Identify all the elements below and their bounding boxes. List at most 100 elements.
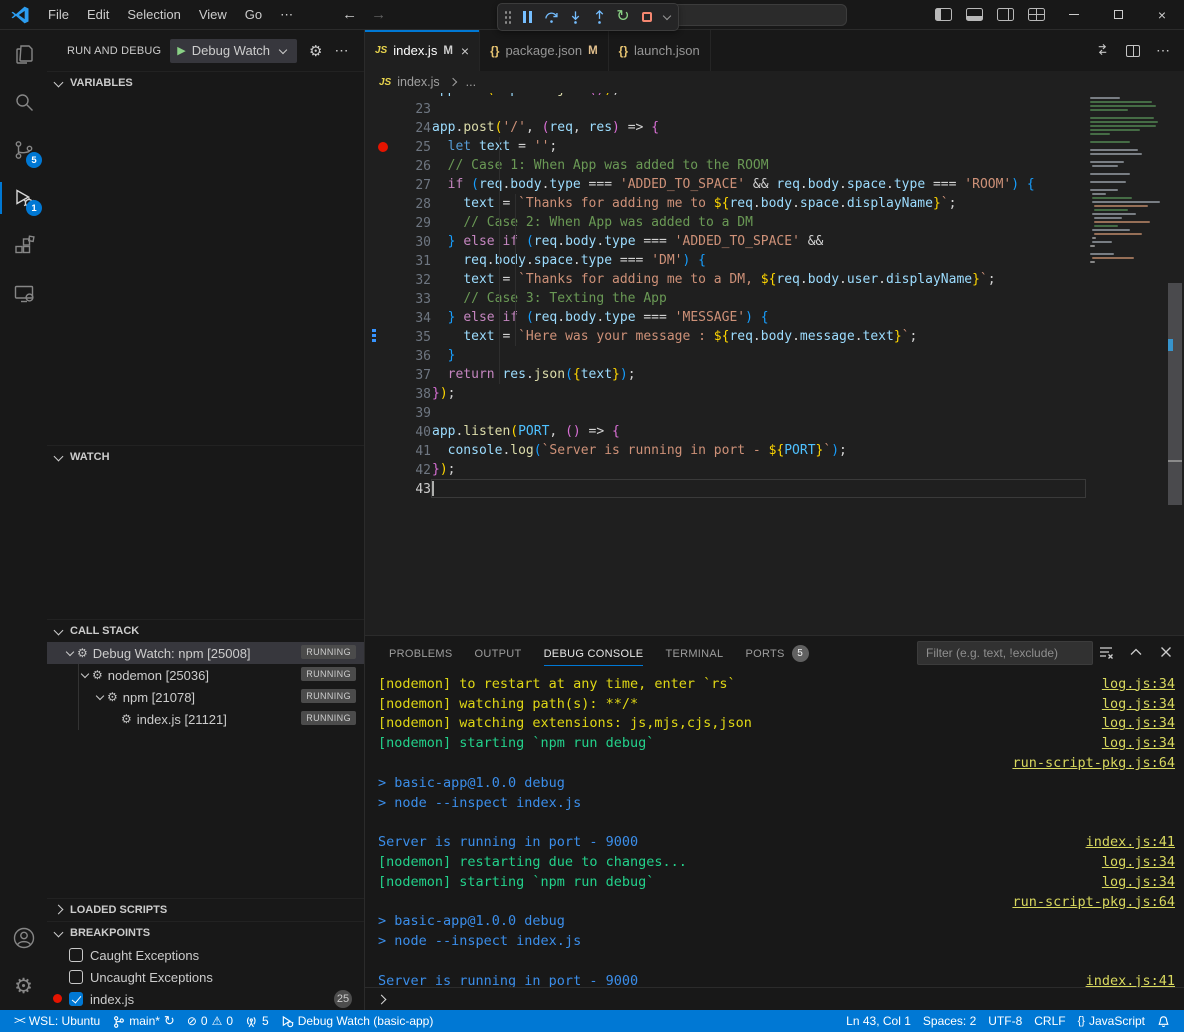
status-javascript[interactable]: {}JavaScript [1072, 1010, 1151, 1032]
step-out-icon[interactable] [590, 8, 608, 26]
debug-console-output[interactable]: [nodemon][nodemon] to restart at any tim… [365, 671, 1184, 987]
loaded-scripts-section-header[interactable]: LOADED SCRIPTS [47, 898, 364, 921]
status-debug[interactable]: Debug Watch (basic-app) [275, 1010, 440, 1032]
call-stack-row[interactable]: ⚙nodemon [25036]RUNNING [47, 664, 364, 686]
editor-gutter[interactable]: 27 [365, 175, 431, 194]
status-crlf[interactable]: CRLF [1028, 1010, 1071, 1032]
editor-gutter[interactable]: 43 [365, 479, 431, 498]
menu-item-go[interactable]: Go [236, 0, 271, 30]
status-spaces-2[interactable]: Spaces: 2 [917, 1010, 982, 1032]
editor-gutter[interactable]: 38 [365, 384, 431, 403]
line-number[interactable]: 30 [388, 233, 431, 252]
breakpoint-row[interactable]: index.js25 [47, 988, 364, 1010]
line-number[interactable]: 24 [388, 119, 431, 138]
call-stack-row[interactable]: ⚙Debug Watch: npm [25008]RUNNING [47, 642, 364, 664]
line-number[interactable]: 32 [388, 271, 431, 290]
status-branch[interactable]: main*↻ [106, 1010, 181, 1032]
console-source-link[interactable]: run-script-pkg.js:64 [1012, 754, 1175, 774]
editor-gutter[interactable]: 33 [365, 289, 431, 308]
menu-overflow-icon[interactable]: ⋯ [271, 7, 302, 23]
editor-gutter[interactable]: 32 [365, 270, 431, 289]
line-number[interactable]: 42 [388, 461, 431, 480]
status-error[interactable]: ⊘0⚠0 [181, 1010, 239, 1032]
editor-gutter[interactable]: 31 [365, 251, 431, 270]
editor-gutter[interactable]: 30 [365, 232, 431, 251]
call-stack-section-header[interactable]: CALL STACK [47, 619, 364, 642]
panel-tab-debug-console[interactable]: DEBUG CONSOLE [533, 636, 655, 671]
editor-gutter[interactable]: 41 [365, 441, 431, 460]
console-filter-input[interactable] [917, 641, 1093, 665]
line-number[interactable]: 38 [388, 385, 431, 404]
breakpoint-checkbox[interactable] [69, 970, 83, 984]
line-number[interactable]: 40 [388, 423, 431, 442]
toggle-primary-sidebar-icon[interactable] [935, 8, 952, 21]
close-icon[interactable] [1158, 644, 1174, 663]
toggle-panel-icon[interactable] [966, 8, 983, 21]
line-number[interactable]: 26 [388, 157, 431, 176]
breakpoint-icon[interactable] [378, 142, 388, 152]
tab-package.json[interactable]: {}package.jsonM [480, 30, 609, 71]
panel-tab-output[interactable]: OUTPUT [464, 636, 533, 671]
editor-scrollbar[interactable] [1166, 93, 1184, 635]
panel-tab-ports[interactable]: PORTS5 [734, 636, 819, 671]
editor-gutter[interactable]: 23 [365, 99, 431, 118]
editor-gutter[interactable]: 26 [365, 156, 431, 175]
chevron-down-icon[interactable] [66, 648, 74, 656]
activity-explorer[interactable] [0, 30, 47, 78]
activity-source-control[interactable]: 5 [0, 126, 47, 174]
maximize-button[interactable] [1096, 0, 1140, 30]
menu-item-edit[interactable]: Edit [78, 0, 118, 30]
menu-item-selection[interactable]: Selection [118, 0, 189, 30]
editor-gutter[interactable]: 35 [365, 327, 431, 346]
console-source-link[interactable]: log.js:34 [1102, 695, 1175, 715]
editor-gutter[interactable]: 28 [365, 194, 431, 213]
status-radio-tower[interactable]: 5 [239, 1010, 275, 1032]
editor-gutter[interactable]: 36 [365, 346, 431, 365]
activity-remote-explorer[interactable] [0, 270, 47, 318]
customize-layout-icon[interactable] [1028, 8, 1045, 21]
console-source-link[interactable]: index.js:41 [1086, 972, 1175, 987]
minimap[interactable] [1086, 93, 1166, 635]
line-number[interactable]: 29 [388, 214, 431, 233]
close-window-button[interactable]: × [1140, 0, 1184, 30]
editor-gutter[interactable]: 42 [365, 460, 431, 479]
panel-tab-problems[interactable]: PROBLEMS [378, 636, 464, 671]
call-stack-row[interactable]: ⚙index.js [21121]RUNNING [47, 708, 364, 730]
chevron-up-icon[interactable] [1128, 644, 1144, 663]
call-stack-row[interactable]: ⚙npm [21078]RUNNING [47, 686, 364, 708]
line-number[interactable]: 23 [388, 100, 431, 119]
editor-gutter[interactable]: 37 [365, 365, 431, 384]
tab-launch.json[interactable]: {}launch.json [609, 30, 711, 71]
sidebar-more-actions-icon[interactable]: ⋯ [334, 42, 348, 59]
console-source-link[interactable]: log.js:34 [1102, 873, 1175, 893]
split-editor-icon[interactable] [1126, 45, 1140, 57]
activity-manage[interactable]: ⚙ [0, 962, 47, 1010]
breakpoint-checkbox[interactable] [69, 948, 83, 962]
go-forward-icon[interactable]: → [371, 6, 386, 23]
open-changes-icon[interactable] [1095, 42, 1110, 60]
console-source-link[interactable]: log.js:34 [1102, 714, 1175, 734]
step-into-icon[interactable] [566, 8, 584, 26]
breakpoints-section-header[interactable]: BREAKPOINTS [47, 921, 364, 944]
breadcrumb-file[interactable]: index.js [397, 75, 439, 89]
more-actions-icon[interactable]: ⋯ [1156, 42, 1170, 59]
editor-gutter[interactable]: 39 [365, 403, 431, 422]
line-number[interactable]: 31 [388, 252, 431, 271]
line-number[interactable]: 39 [388, 404, 431, 423]
go-back-icon[interactable]: ← [342, 6, 357, 23]
status-bell[interactable] [1151, 1010, 1176, 1032]
panel-tab-terminal[interactable]: TERMINAL [654, 636, 734, 671]
activity-search[interactable] [0, 78, 47, 126]
step-over-icon[interactable] [542, 8, 560, 26]
console-source-link[interactable]: log.js:34 [1102, 853, 1175, 873]
menu-item-file[interactable]: File [39, 0, 78, 30]
debug-console-input[interactable] [365, 987, 1184, 1010]
tab-index.js[interactable]: JSindex.jsM× [365, 30, 480, 71]
activity-extensions[interactable] [0, 222, 47, 270]
watch-section-header[interactable]: WATCH [47, 445, 364, 468]
activity-run-and-debug[interactable]: 1 [0, 174, 47, 222]
menu-item-view[interactable]: View [190, 0, 236, 30]
line-number[interactable]: 34 [388, 309, 431, 328]
editor-gutter[interactable]: 34 [365, 308, 431, 327]
filter-lines-icon[interactable] [1098, 644, 1114, 663]
